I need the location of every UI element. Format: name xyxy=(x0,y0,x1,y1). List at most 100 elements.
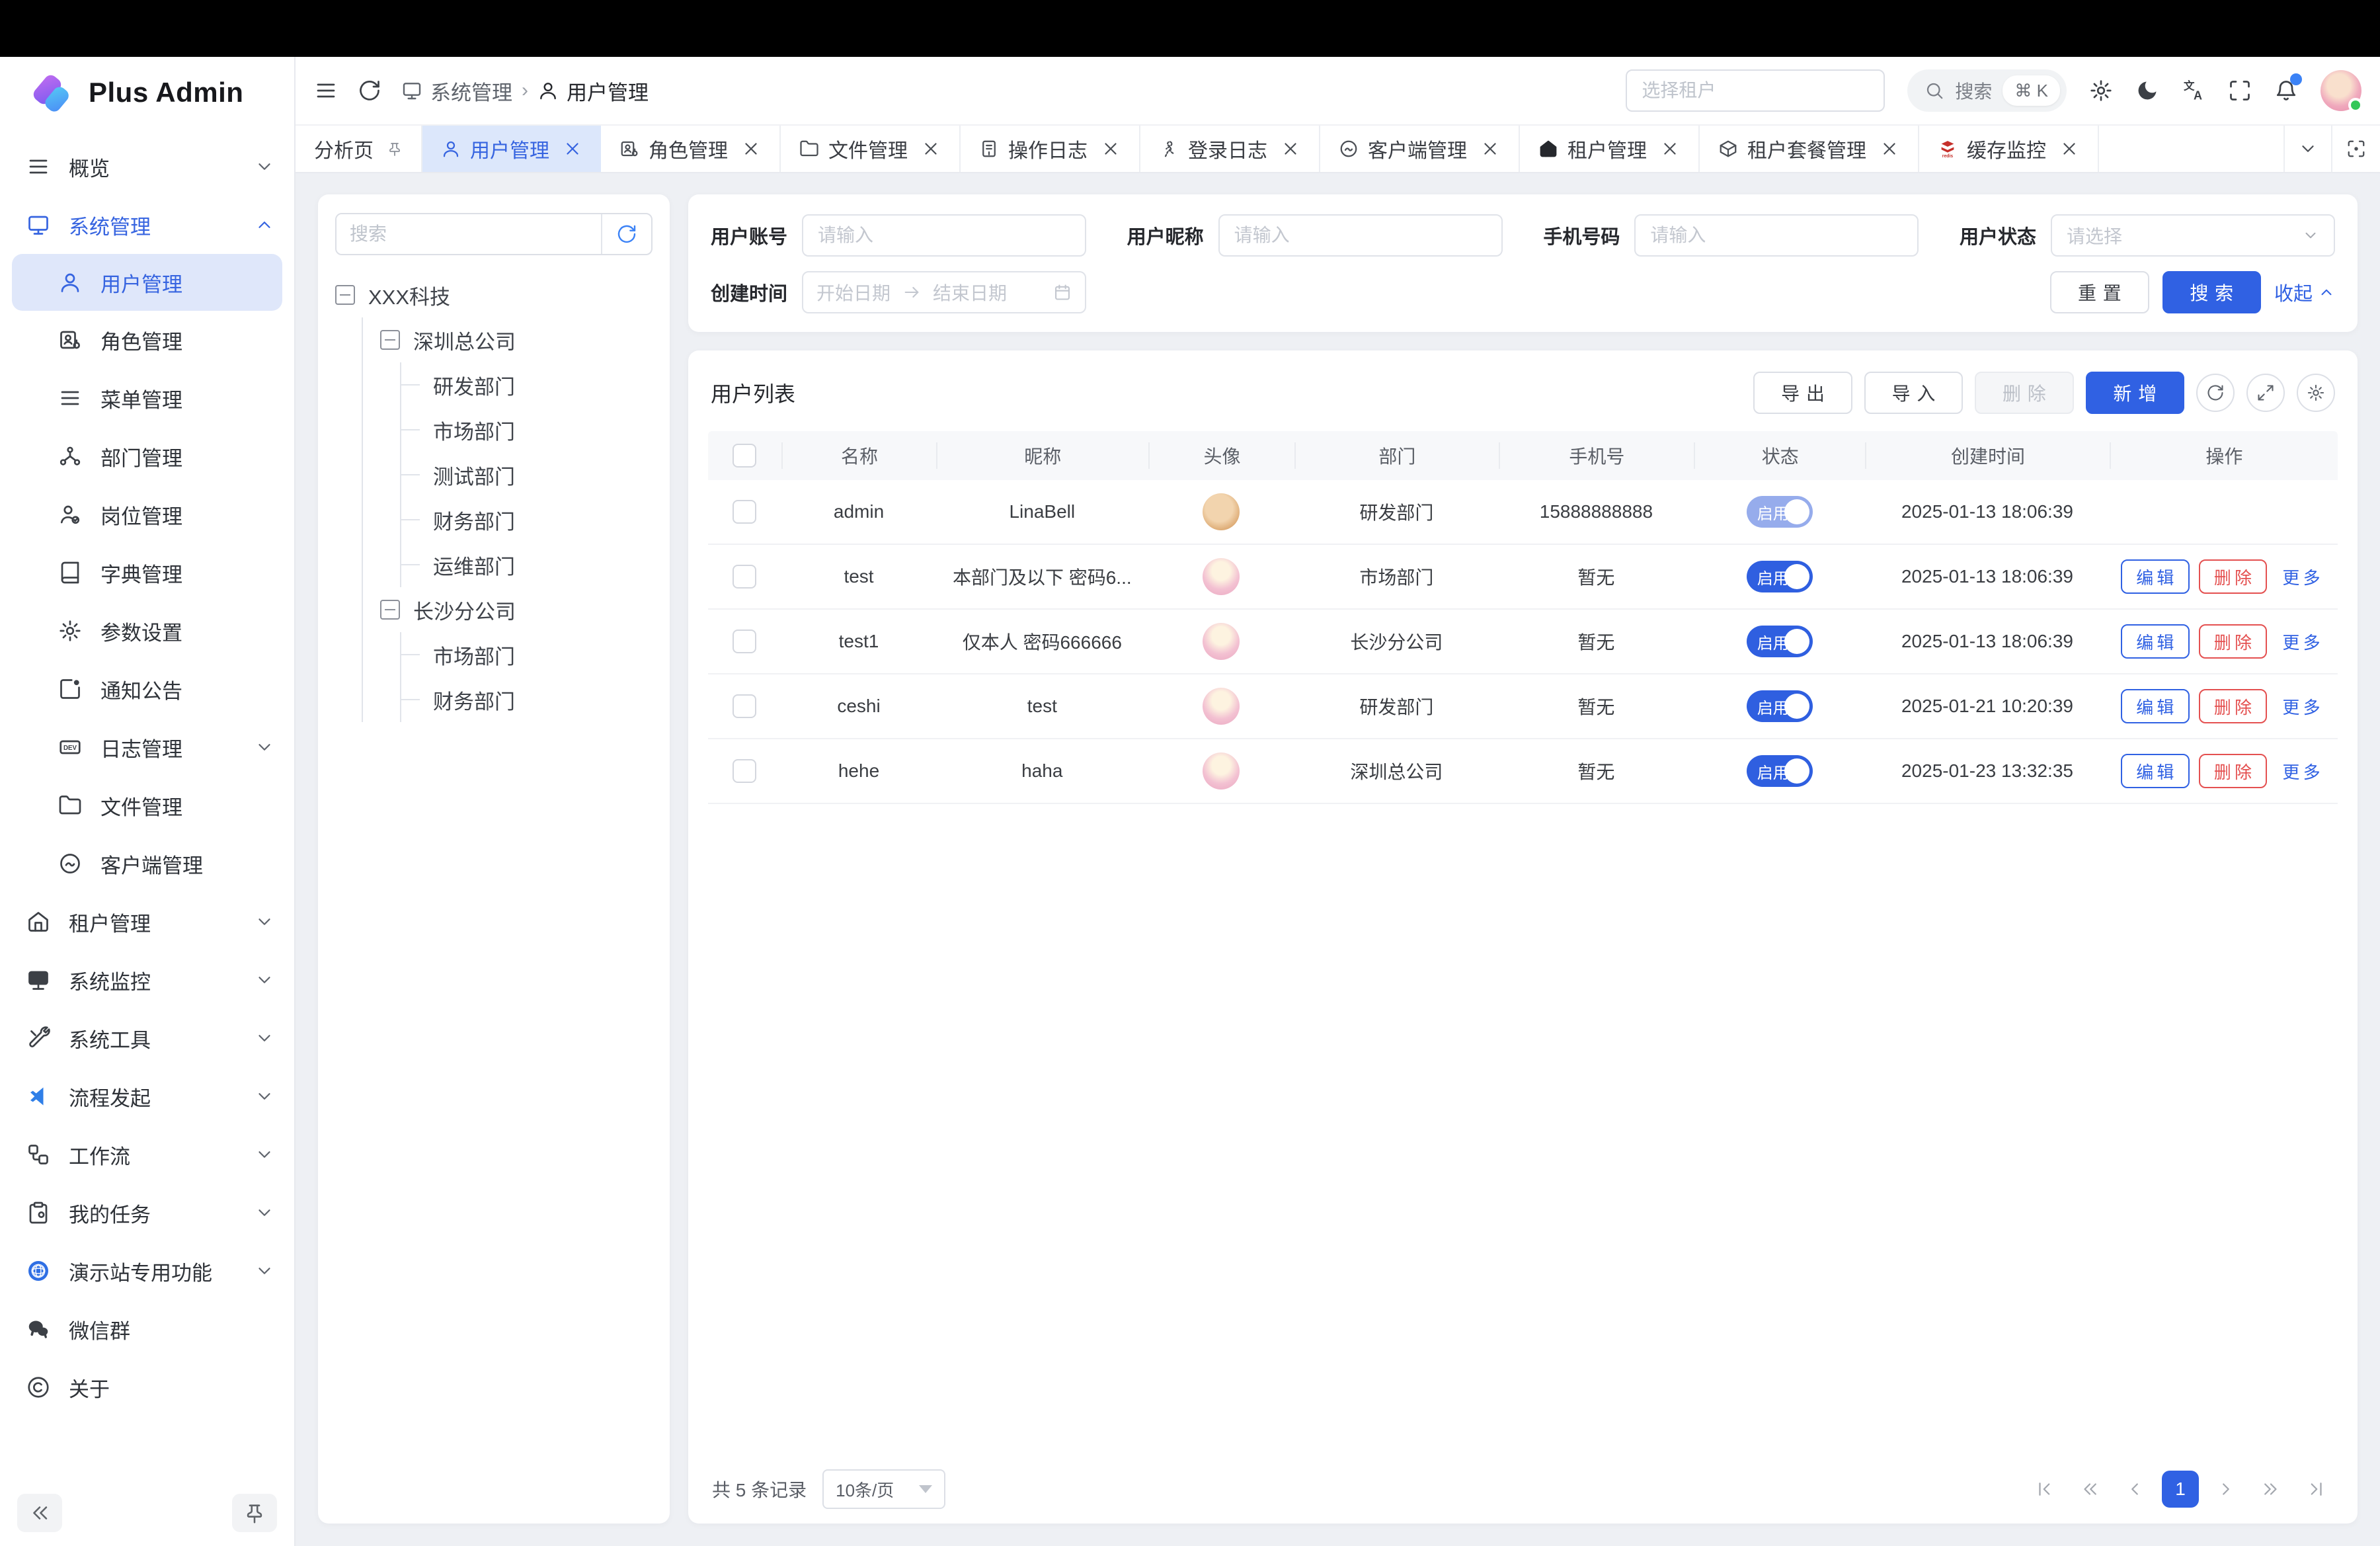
tree-node[interactable]: XXX科技 xyxy=(335,272,653,317)
tab-user-management[interactable]: 用户管理 xyxy=(422,126,601,172)
tab-close-button[interactable] xyxy=(741,139,761,159)
filter-select[interactable]: 请选择 xyxy=(2051,214,2335,257)
tab-file-management[interactable]: 文件管理 xyxy=(781,126,961,172)
tab-tenant-package[interactable]: 租户套餐管理 xyxy=(1700,126,1919,172)
tab-analysis[interactable]: 分析页 xyxy=(296,126,422,172)
sidebar-item-param-settings[interactable]: 参数设置 xyxy=(0,602,294,660)
column-header-5[interactable]: 状态 xyxy=(1694,442,1865,469)
tab-tenant-management[interactable]: 租户管理 xyxy=(1520,126,1700,172)
tab-operation-log[interactable]: 操作日志 xyxy=(961,126,1140,172)
row-delete-button[interactable]: 删除 xyxy=(2199,624,2268,659)
sidebar-item-about[interactable]: 关于 xyxy=(0,1358,294,1416)
logo-row[interactable]: Plus Admin xyxy=(0,57,294,128)
tab-close-button[interactable] xyxy=(921,139,941,159)
sidebar-item-role-management[interactable]: 角色管理 xyxy=(0,311,294,369)
status-toggle[interactable]: 启用 xyxy=(1747,690,1813,722)
row-delete-button[interactable]: 删除 xyxy=(2199,689,2268,723)
refresh-page-button[interactable] xyxy=(358,79,381,102)
tree-expander-icon[interactable] xyxy=(380,600,400,620)
column-header-1[interactable]: 昵称 xyxy=(936,442,1148,469)
sidebar-item-file-management[interactable]: 文件管理 xyxy=(0,776,294,834)
tab-close-button[interactable] xyxy=(1660,139,1680,159)
import-button[interactable]: 导入 xyxy=(1864,372,1963,414)
reset-button[interactable]: 重置 xyxy=(2050,271,2149,313)
tree-expander-icon[interactable] xyxy=(380,330,400,350)
column-header-4[interactable]: 手机号 xyxy=(1499,442,1694,469)
status-toggle[interactable]: 启用 xyxy=(1747,561,1813,592)
more-button[interactable]: 更多 xyxy=(2276,754,2326,788)
row-delete-button[interactable]: 删除 xyxy=(2199,754,2268,788)
row-checkbox[interactable] xyxy=(733,759,756,783)
sidebar-item-user-management[interactable]: 用户管理 xyxy=(12,254,282,311)
tree-node[interactable]: 运维部门 xyxy=(401,542,653,587)
first-page-button[interactable] xyxy=(2027,1471,2063,1507)
next-5-pages-button[interactable] xyxy=(2253,1471,2289,1507)
dark-mode-button[interactable] xyxy=(2135,79,2159,102)
edit-button[interactable]: 编辑 xyxy=(2121,754,2190,788)
content-fullscreen-button[interactable] xyxy=(2332,126,2380,172)
language-button[interactable] xyxy=(2182,79,2205,102)
sidebar-item-client-management[interactable]: 客户端管理 xyxy=(0,834,294,893)
table-settings-button[interactable] xyxy=(2297,374,2335,412)
tree-node[interactable]: 深圳总公司 xyxy=(363,317,653,362)
sidebar-item-process-start[interactable]: 流程发起 xyxy=(0,1067,294,1125)
tab-close-button[interactable] xyxy=(1880,139,1899,159)
user-avatar[interactable] xyxy=(2320,70,2361,111)
tree-node[interactable]: 研发部门 xyxy=(401,362,653,407)
tree-search-input[interactable] xyxy=(337,214,601,254)
table-refresh-button[interactable] xyxy=(2196,374,2235,412)
tenant-select-input[interactable] xyxy=(1626,69,1885,112)
column-header-2[interactable]: 头像 xyxy=(1148,442,1295,469)
sidebar-item-dept-management[interactable]: 部门管理 xyxy=(0,427,294,485)
tab-login-log[interactable]: 登录日志 xyxy=(1140,126,1320,172)
sidebar-item-system-management[interactable]: 系统管理 xyxy=(0,196,294,254)
tabs-dropdown-button[interactable] xyxy=(2285,126,2332,172)
row-checkbox[interactable] xyxy=(733,630,756,653)
page-size-select[interactable]: 10条/页 xyxy=(822,1469,945,1509)
column-header-0[interactable]: 名称 xyxy=(781,442,936,469)
search-button[interactable]: 搜索 xyxy=(2162,271,2261,313)
settings-button[interactable] xyxy=(2089,79,2113,102)
next-page-button[interactable] xyxy=(2208,1471,2244,1507)
filter-input[interactable] xyxy=(1218,214,1503,257)
sidebar-pin-button[interactable] xyxy=(232,1494,277,1532)
menu-toggle-button[interactable] xyxy=(314,79,338,102)
export-button[interactable]: 导出 xyxy=(1753,372,1852,414)
sidebar-item-post-management[interactable]: 岗位管理 xyxy=(0,485,294,544)
edit-button[interactable]: 编辑 xyxy=(2121,624,2190,659)
add-button[interactable]: 新增 xyxy=(2086,372,2184,414)
more-button[interactable]: 更多 xyxy=(2276,624,2326,659)
fullscreen-button[interactable] xyxy=(2228,79,2252,102)
last-page-button[interactable] xyxy=(2298,1471,2334,1507)
status-toggle[interactable]: 启用 xyxy=(1747,496,1813,528)
sidebar-item-log-management[interactable]: 日志管理 xyxy=(0,718,294,776)
row-delete-button[interactable]: 删除 xyxy=(2199,559,2268,594)
tab-close-button[interactable] xyxy=(1480,139,1500,159)
tree-node[interactable]: 测试部门 xyxy=(401,452,653,497)
row-checkbox[interactable] xyxy=(733,565,756,589)
status-toggle[interactable]: 启用 xyxy=(1747,755,1813,787)
more-button[interactable]: 更多 xyxy=(2276,689,2326,723)
date-range-picker[interactable]: 开始日期 结束日期 xyxy=(802,271,1086,313)
global-search-button[interactable]: 搜索 ⌘ K xyxy=(1907,69,2067,112)
tree-node[interactable]: 长沙分公司 xyxy=(363,587,653,632)
more-button[interactable]: 更多 xyxy=(2276,559,2326,594)
column-header-6[interactable]: 创建时间 xyxy=(1865,442,2110,469)
tab-close-button[interactable] xyxy=(2059,139,2079,159)
collapse-filters-link[interactable]: 收起 xyxy=(2274,278,2335,306)
prev-5-pages-button[interactable] xyxy=(2072,1471,2108,1507)
row-checkbox[interactable] xyxy=(733,694,756,718)
sidebar-item-demo-features[interactable]: 演示站专用功能 xyxy=(0,1242,294,1300)
sidebar-item-notice[interactable]: 通知公告 xyxy=(0,660,294,718)
sidebar-item-overview[interactable]: 概览 xyxy=(0,138,294,196)
select-all-checkbox[interactable] xyxy=(733,444,756,468)
breadcrumb-item-system[interactable]: 系统管理 xyxy=(401,76,512,106)
tab-close-button[interactable] xyxy=(1101,139,1121,159)
tab-client-management[interactable]: 客户端管理 xyxy=(1320,126,1520,172)
sidebar-item-workflow[interactable]: 工作流 xyxy=(0,1125,294,1184)
breadcrumb-item-user[interactable]: 用户管理 xyxy=(537,76,649,106)
tree-node[interactable]: 市场部门 xyxy=(401,632,653,677)
sidebar-item-dict-management[interactable]: 字典管理 xyxy=(0,544,294,602)
filter-input[interactable] xyxy=(802,214,1086,257)
tree-node[interactable]: 财务部门 xyxy=(401,677,653,722)
